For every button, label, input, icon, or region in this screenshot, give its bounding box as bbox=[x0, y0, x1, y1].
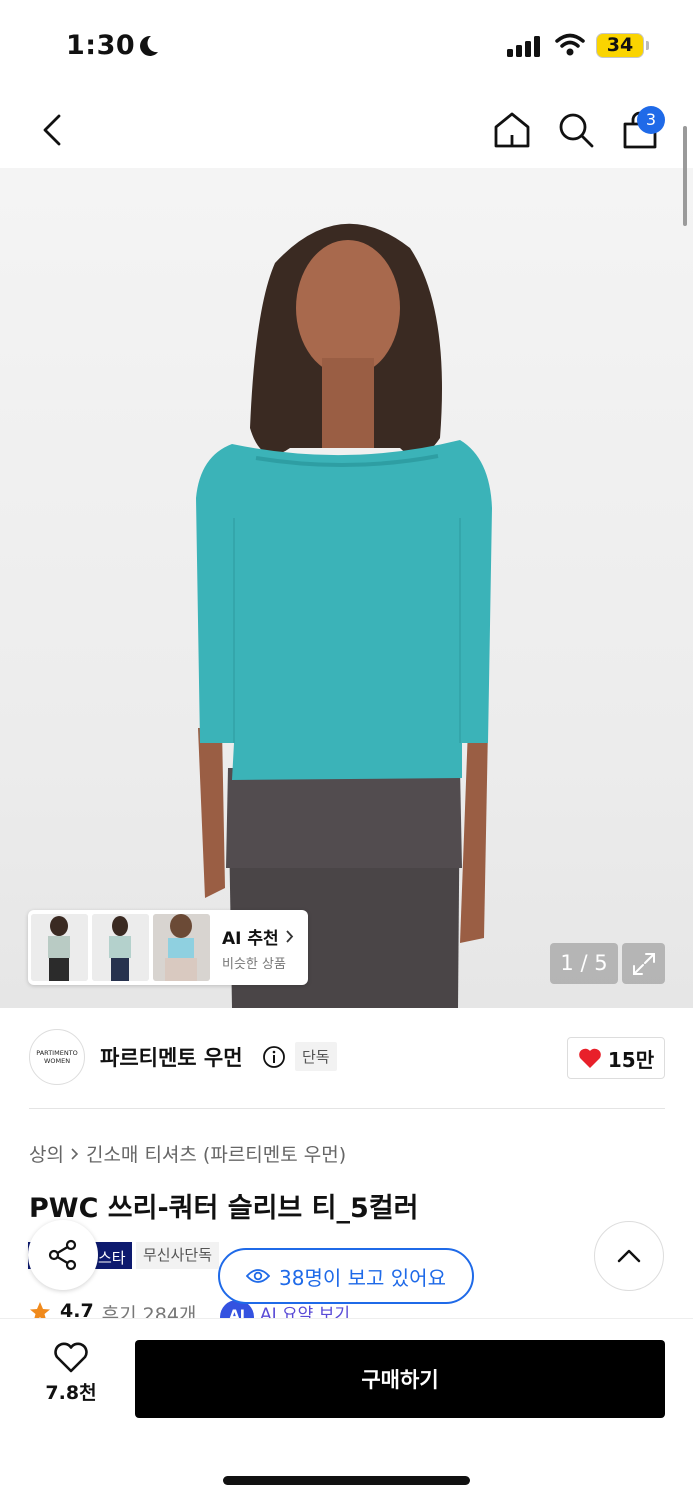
recommendation-thumbnail[interactable] bbox=[92, 914, 149, 981]
brand-like-count: 15만 bbox=[607, 1047, 655, 1072]
home-button[interactable] bbox=[489, 106, 535, 154]
ai-recommendation-link[interactable]: AI 추천 비슷한 상품 bbox=[222, 924, 294, 972]
chevron-left-icon bbox=[43, 114, 61, 146]
signal-icon bbox=[507, 36, 540, 57]
wishlist-count: 7.8천 bbox=[45, 1382, 97, 1404]
recommendation-thumbnail[interactable] bbox=[31, 914, 88, 981]
exclusive-badge: 단독 bbox=[295, 1042, 337, 1071]
thumbnail-image bbox=[153, 914, 210, 981]
thumbnail-image bbox=[92, 914, 149, 981]
chevron-up-icon bbox=[617, 1249, 641, 1263]
divider bbox=[29, 1108, 665, 1109]
breadcrumb-subcategory[interactable]: 긴소매 티셔츠 (파르티멘토 우먼) bbox=[86, 1140, 346, 1167]
buy-button[interactable]: 구매하기 bbox=[135, 1340, 665, 1418]
musinsa-exclusive-badge: 무신사단독 bbox=[136, 1242, 220, 1269]
scrollbar[interactable] bbox=[683, 126, 687, 226]
brand-like-button[interactable]: 15만 bbox=[567, 1037, 665, 1079]
chevron-right-icon bbox=[71, 1147, 79, 1160]
review-count[interactable]: 후기 284개 bbox=[102, 1300, 197, 1320]
product-title: PWC 쓰리-쿼터 슬리브 티_5컬러 bbox=[29, 1193, 419, 1224]
rating-row[interactable]: 4.7 후기 284개 bbox=[28, 1300, 196, 1320]
ai-recommendation-subtitle: 비슷한 상품 bbox=[222, 956, 286, 972]
breadcrumb-category[interactable]: 상의 bbox=[29, 1140, 64, 1167]
search-button[interactable] bbox=[553, 106, 599, 154]
fullscreen-button[interactable] bbox=[622, 943, 665, 984]
viewers-count-text: 38명이 보고 있어요 bbox=[279, 1265, 446, 1290]
thumbnail-image bbox=[31, 914, 88, 981]
back-button[interactable] bbox=[30, 106, 74, 154]
product-image[interactable] bbox=[0, 168, 693, 1008]
moon-icon bbox=[140, 35, 158, 56]
home-icon bbox=[494, 112, 530, 148]
ai-recommendation-strip[interactable]: AI 추천 비슷한 상품 bbox=[28, 910, 308, 985]
ai-recommendation-title: AI 추천 bbox=[222, 928, 279, 949]
expand-icon bbox=[632, 952, 655, 975]
status-time: 1:30 bbox=[66, 30, 136, 61]
model-photo bbox=[196, 223, 492, 1008]
battery-cap bbox=[646, 41, 649, 50]
cart-count-badge: 3 bbox=[637, 106, 665, 134]
rating-value: 4.7 bbox=[60, 1300, 94, 1320]
chevron-right-icon bbox=[286, 929, 293, 943]
eye-icon bbox=[246, 1269, 271, 1283]
share-icon bbox=[48, 1239, 77, 1271]
info-icon[interactable] bbox=[262, 1045, 286, 1069]
image-page-indicator: 1 / 5 bbox=[550, 943, 618, 984]
recommendation-thumbnail[interactable] bbox=[153, 914, 210, 981]
heart-outline-icon bbox=[54, 1342, 88, 1373]
wishlist-button[interactable]: 7.8천 bbox=[30, 1342, 112, 1414]
brand-name[interactable]: 파르티멘토 우먼 bbox=[100, 1042, 243, 1072]
search-icon bbox=[559, 113, 594, 148]
battery-indicator: 34 bbox=[596, 33, 644, 58]
star-icon bbox=[30, 1302, 50, 1320]
status-bar: 1:30 34 bbox=[0, 0, 693, 92]
home-indicator[interactable] bbox=[223, 1476, 470, 1485]
wifi-icon bbox=[555, 33, 585, 56]
brand-logo[interactable]: PARTIMENTO WOMEN bbox=[29, 1029, 85, 1085]
scroll-to-top-button[interactable] bbox=[594, 1221, 664, 1291]
share-button[interactable] bbox=[28, 1220, 98, 1290]
heart-icon bbox=[579, 1048, 601, 1068]
viewers-count-pill: 38명이 보고 있어요 bbox=[218, 1248, 474, 1304]
breadcrumb: 상의 긴소매 티셔츠 (파르티멘토 우먼) bbox=[29, 1140, 346, 1167]
